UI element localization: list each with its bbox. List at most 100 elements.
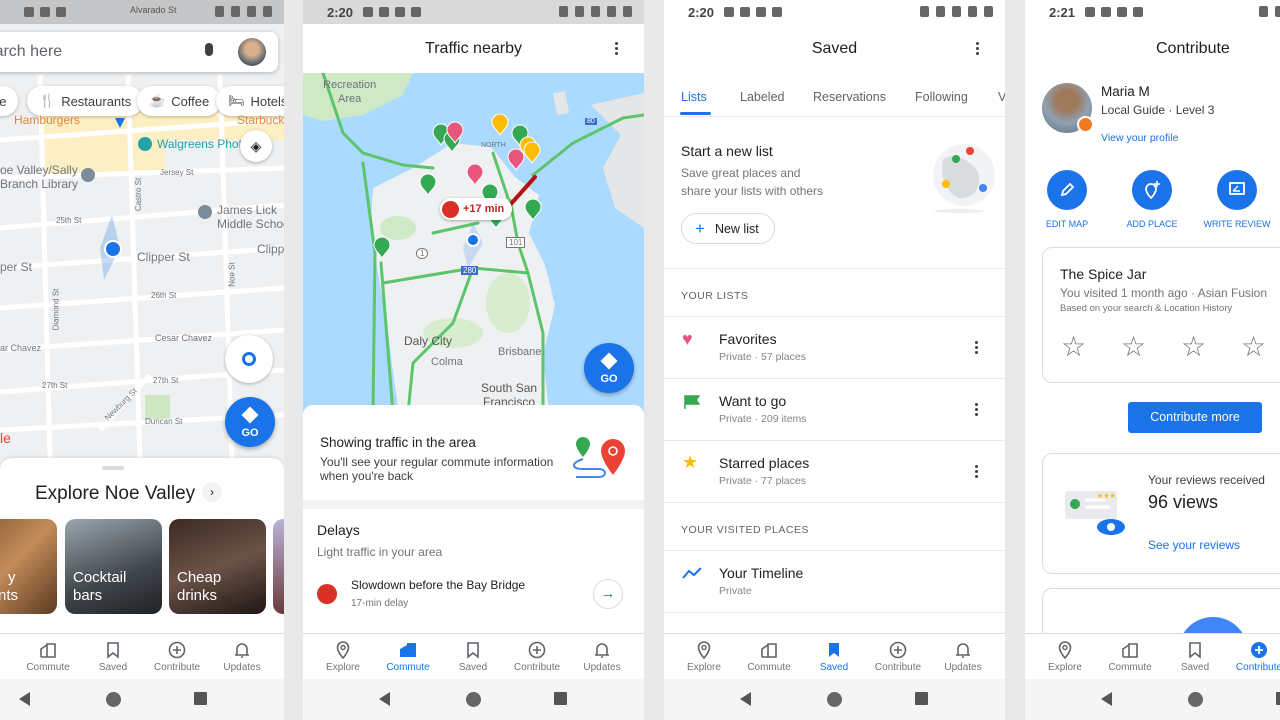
drag-handle[interactable] [102,466,124,470]
recents-icon[interactable] [915,692,928,705]
new-list-button[interactable]: + New list [681,213,775,244]
nav-commute[interactable]: Commute [376,640,440,673]
nav-contribute[interactable]: Contribute [1227,640,1280,673]
star-icon[interactable]: ☆ [1181,330,1206,363]
my-location-dot [104,240,122,258]
map-label: Daly City [404,334,453,348]
star-icon[interactable]: ☆ [1061,330,1086,363]
nav-contribute[interactable]: Contribute [145,640,209,673]
chip-label: ne [0,93,7,109]
nav-explore[interactable]: Explore [1033,640,1097,673]
map-label: Hamburgers [14,113,81,127]
local-guide-badge-icon [1077,116,1094,133]
contribute-more-button[interactable]: Contribute more [1128,402,1262,433]
go-button[interactable]: GO [225,397,275,447]
star-icon[interactable]: ☆ [1241,330,1266,363]
chevron-right-icon[interactable]: › [202,482,222,502]
delay-badge[interactable]: +17 min [440,198,513,220]
add-place-button[interactable]: ADD PLACE [1110,170,1194,229]
map-label: Duncan St [145,417,183,426]
more-options-icon[interactable] [975,465,979,480]
reviews-stats-card[interactable]: ★★★ Your reviews received 96 views See y… [1042,453,1280,574]
recents-icon[interactable] [554,692,567,705]
home-icon[interactable] [466,692,481,707]
nav-explore[interactable]: Explore [311,640,375,673]
category-card[interactable]: yaurants [0,519,57,614]
divider [664,268,1005,269]
more-options-icon[interactable] [615,42,619,57]
chip-restaurants[interactable]: 🍴 Restaurants [27,86,144,116]
home-icon[interactable] [106,692,121,707]
category-card[interactable]: Cocktail bars [65,519,162,614]
home-icon[interactable] [827,692,842,707]
card-label: drinks [177,587,218,604]
nav-updates[interactable]: Updates [570,640,634,673]
write-review-button[interactable]: WRITE REVIEW [1195,170,1279,229]
search-input[interactable]: Search here [0,43,62,61]
back-icon[interactable] [19,692,30,706]
bookmark-icon [1189,642,1201,659]
card-label: aurants [0,587,19,604]
more-options-icon[interactable] [976,42,980,57]
nav-saved[interactable]: Saved [81,640,145,673]
tab-more[interactable]: V [998,90,1005,104]
go-button[interactable]: GO [584,343,634,393]
chip-coffee[interactable]: ☕ Coffee [137,86,222,116]
my-location-button[interactable] [225,335,273,383]
back-icon[interactable] [1101,692,1112,706]
nav-contribute[interactable]: Contribute [505,640,569,673]
tab-reservations[interactable]: Reservations [813,90,886,104]
nav-commute[interactable]: Commute [1098,640,1162,673]
list-item-want-to-go[interactable]: Want to go Private · 209 items [664,379,1005,441]
card-label: Cheap [177,569,222,586]
map-label: 25th St [56,216,82,225]
nav-explore[interactable]: Explore [672,640,736,673]
list-name: Want to go [719,393,787,409]
category-card[interactable]: Cheap drinks [169,519,266,614]
button-label: Contribute more [1150,410,1240,424]
tab-labeled[interactable]: Labeled [740,90,785,104]
more-options-icon[interactable] [975,403,979,418]
list-item-timeline[interactable]: Your Timeline Private [664,551,1005,613]
new-list-text: Save great places and [681,166,801,180]
tab-lists[interactable]: Lists [681,90,707,104]
back-icon[interactable] [740,692,751,706]
nav-saved[interactable]: Saved [802,640,866,673]
nav-saved[interactable]: Saved [441,640,505,673]
nav-updates[interactable]: Updates [210,640,274,673]
view-profile-link[interactable]: View your profile [1101,132,1178,144]
star-icon[interactable]: ☆ [1121,330,1146,363]
search-bar[interactable]: Search here [0,32,278,72]
nav-updates[interactable]: Updates [931,640,995,673]
tab-following[interactable]: Following [915,90,968,104]
list-item-starred-places[interactable]: ★ Starred places Private · 77 places [664,441,1005,503]
info-text: You'll see your regular commute informat… [320,455,554,469]
list-meta: Private [719,585,752,597]
plus-icon: + [695,218,705,238]
list-item-favorites[interactable]: ♥ Favorites Private · 57 places [664,317,1005,379]
nav-commute[interactable]: Commute [16,640,80,673]
recents-icon[interactable] [194,692,207,705]
highway-shield: 101 [506,237,526,248]
nav-commute[interactable]: Commute [737,640,801,673]
chip-hotels[interactable]: 🛏 Hotels [216,86,284,116]
user-name: Maria M [1101,84,1150,99]
place-name: The Spice Jar [1060,266,1147,282]
active-tab-indicator [680,112,711,115]
arrow-right-icon[interactable]: → [593,579,623,609]
nav-contribute[interactable]: Contribute [866,640,930,673]
nav-saved[interactable]: Saved [1163,640,1227,673]
home-icon[interactable] [1188,692,1203,707]
map-label: Walgreens Phot [157,137,242,151]
see-reviews-link[interactable]: See your reviews [1148,538,1240,552]
back-icon[interactable] [379,692,390,706]
layers-button[interactable]: ◈ [240,130,272,162]
delay-item[interactable]: Slowdown before the Bay Bridge 17-min de… [303,570,644,620]
mic-icon[interactable] [205,43,213,56]
more-options-icon[interactable] [975,341,979,356]
edit-map-button[interactable]: EDIT MAP [1025,170,1109,229]
category-card[interactable] [273,519,284,614]
recents-icon[interactable] [1276,692,1280,705]
avatar[interactable] [238,38,266,66]
nav-label: Updates [223,662,261,673]
